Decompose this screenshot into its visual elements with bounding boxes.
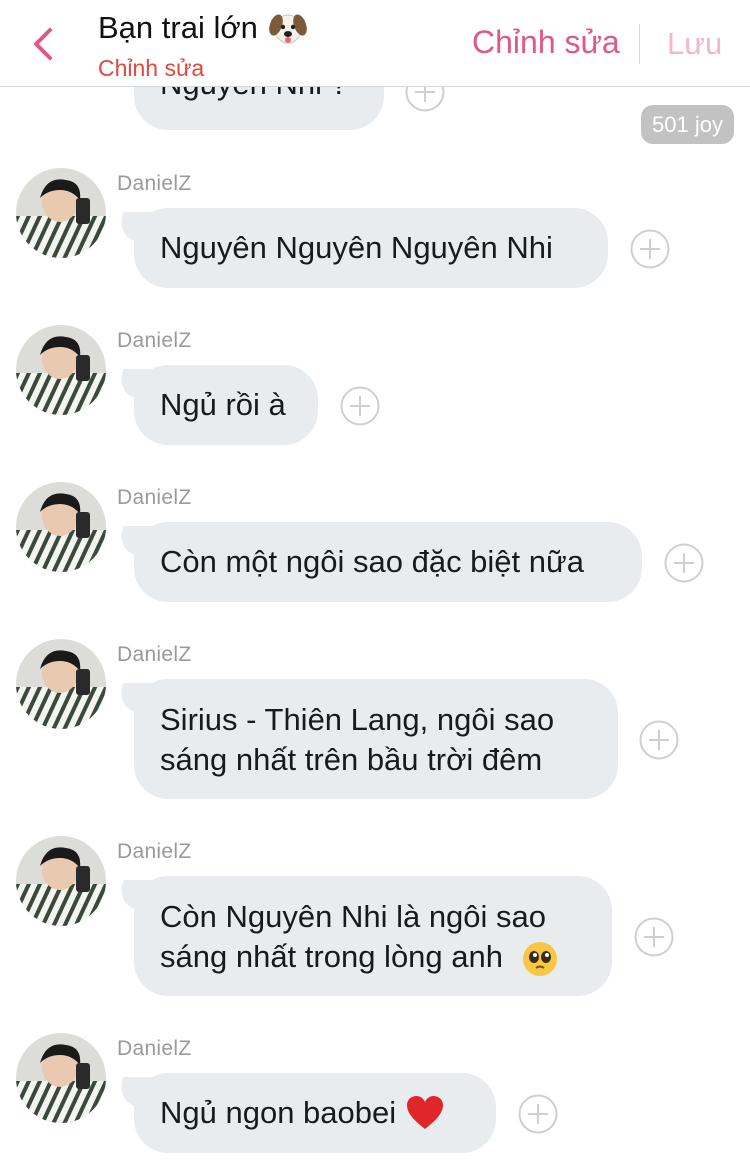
avatar[interactable] [16, 482, 106, 572]
avatar[interactable] [16, 1033, 106, 1123]
message-bubble: Nguyên Nguyên Nguyên Nhi [134, 208, 608, 288]
message-text: Còn Nguyên Nhi là ngôi sao sáng nhất tro… [160, 897, 558, 977]
message-line: sáng nhất trong lòng anh [160, 937, 558, 977]
sender-name: DanielZ [117, 486, 192, 509]
message-bubble: Ngủ ngon baobei [134, 1073, 496, 1153]
message-bubble: Sirius - Thiên Lang, ngôi sao sáng nhất … [134, 679, 618, 799]
sender-name: DanielZ [117, 172, 192, 195]
message-line: sáng nhất trên bầu trời đêm [160, 742, 543, 777]
joy-count-badge: 501 joy [641, 105, 734, 144]
add-reaction-icon[interactable] [340, 386, 380, 426]
message-text: Ngủ ngon baobei [160, 1095, 397, 1130]
sender-name: DanielZ [117, 329, 192, 352]
sender-name: DanielZ [117, 643, 192, 666]
avatar[interactable] [16, 836, 106, 926]
add-reaction-icon[interactable] [518, 1094, 558, 1134]
message-text: Còn một ngôi sao đặc biệt nữa [160, 544, 585, 579]
chat-header: Bạn trai lớn Chỉnh sửa Chỉnh sửa Lưu [0, 0, 750, 87]
message-bubble: Còn Nguyên Nhi là ngôi sao sáng nhất tro… [134, 876, 612, 996]
chat-subtitle[interactable]: Chỉnh sửa [98, 55, 204, 82]
message-text: Ngủ rồi à [160, 387, 286, 422]
avatar[interactable] [16, 168, 106, 258]
sender-name: DanielZ [117, 1037, 192, 1060]
add-reaction-icon[interactable] [664, 543, 704, 583]
header-divider [639, 24, 640, 64]
pleading-face-icon [522, 941, 557, 976]
message-bubble: Còn một ngôi sao đặc biệt nữa [134, 522, 642, 602]
save-button[interactable]: Lưu [667, 26, 722, 62]
message-line: Sirius - Thiên Lang, ngôi sao [160, 702, 555, 737]
red-heart-icon [407, 1096, 444, 1129]
add-reaction-icon[interactable] [634, 917, 674, 957]
edit-button[interactable]: Chỉnh sửa [472, 24, 620, 61]
message-line: Còn Nguyên Nhi là ngôi sao [160, 899, 547, 934]
chat-title-text: Bạn trai lớn [98, 10, 258, 45]
add-reaction-icon[interactable] [630, 229, 670, 269]
sender-name: DanielZ [117, 840, 192, 863]
avatar[interactable] [16, 639, 106, 729]
message-bubble: Ngủ rồi à [134, 365, 318, 445]
chat-title: Bạn trai lớn [98, 8, 308, 48]
dog-face-icon [269, 14, 307, 44]
message-text: Nguyên Nguyên Nguyên Nhi [160, 230, 553, 265]
message-text: Sirius - Thiên Lang, ngôi sao sáng nhất … [160, 700, 554, 780]
back-chevron-icon[interactable] [26, 22, 62, 66]
avatar[interactable] [16, 325, 106, 415]
add-reaction-icon[interactable] [639, 720, 679, 760]
